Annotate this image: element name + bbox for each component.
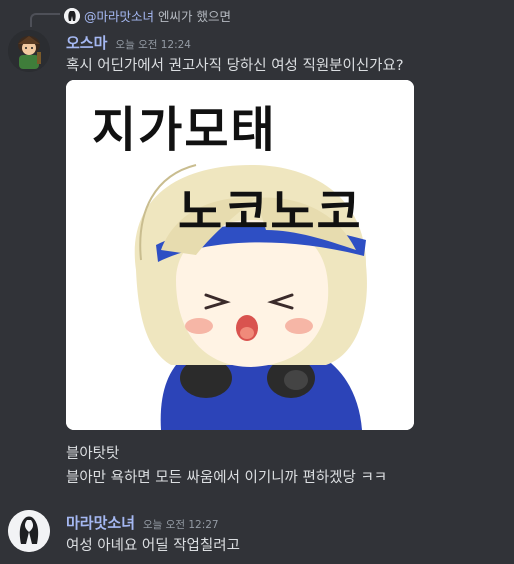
- message-author[interactable]: 마라맛소녀: [66, 512, 135, 533]
- reply-author[interactable]: @마라맛소녀: [84, 6, 154, 25]
- message-text: 혹시 어딘가에서 권고사직 당하신 여성 직원분이신가요?: [66, 58, 404, 74]
- sticker-image[interactable]: 지가모태 노코노코: [66, 80, 414, 430]
- avatar[interactable]: [8, 510, 50, 552]
- message-timestamp: 오늘 오전 12:24: [115, 39, 191, 51]
- reply-text[interactable]: 엔씨가 했으면: [158, 6, 231, 25]
- message-author[interactable]: 오스마: [66, 32, 107, 53]
- message-text: 여성 아녜요 어딜 작업칠려고: [66, 538, 240, 554]
- chat-view: @마라맛소녀 엔씨가 했으면 오스마 오늘 오전 12:24 혹시 어딘가에서 …: [0, 0, 514, 564]
- reply-connector: [30, 13, 60, 27]
- message-caption-2: 블아만 욕하면 모든 싸움에서 이기니까 편하겠당 ㅋㅋ: [66, 470, 388, 486]
- message-caption-1: 블아탓탓: [66, 446, 120, 462]
- sticker-text-line2: 노코노코: [178, 184, 363, 240]
- reply-avatar: [64, 7, 80, 24]
- reply-preview[interactable]: @마라맛소녀 엔씨가 했으면: [64, 6, 231, 25]
- message-timestamp: 오늘 오전 12:27: [143, 519, 219, 531]
- sticker-text-line1: 지가모태: [92, 102, 277, 158]
- avatar[interactable]: [8, 30, 50, 72]
